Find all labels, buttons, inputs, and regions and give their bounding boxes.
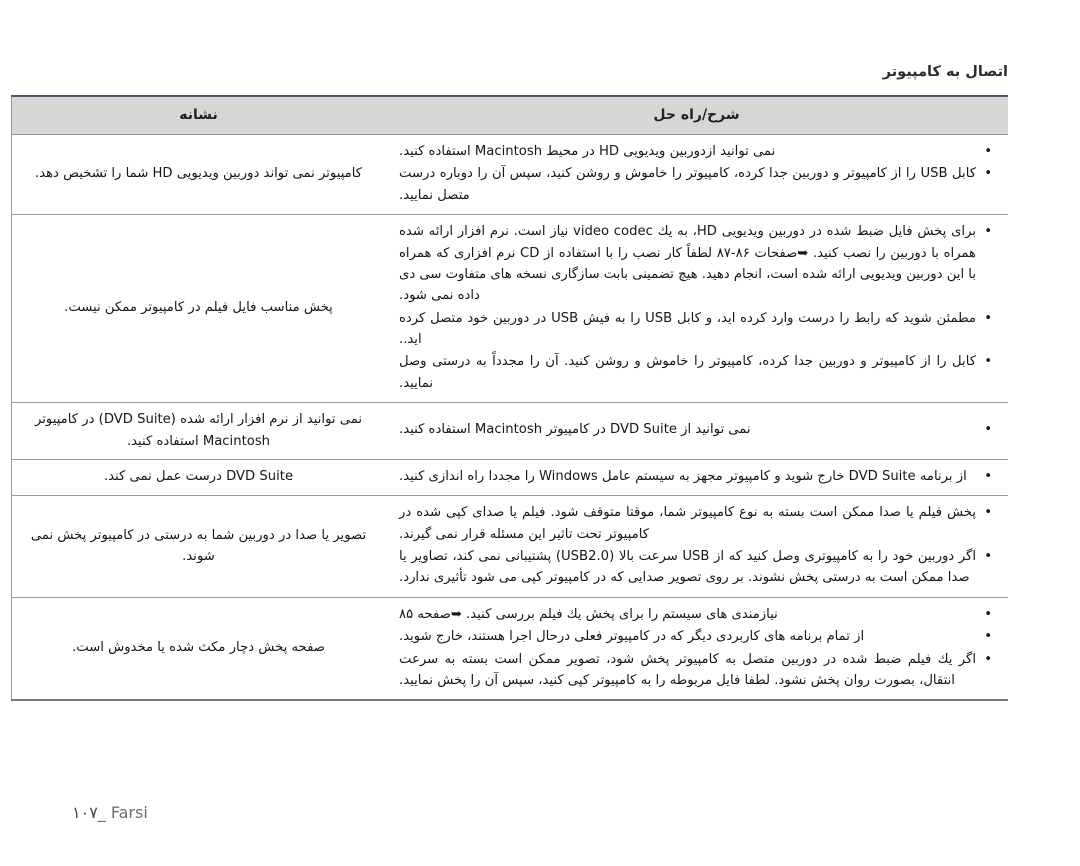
table-row: نمی توانید از DVD Suite در کامپیوتر Maci… [11,402,1008,460]
solution-item: برای پخش فایل ضبط شده در دوربین ویدیویی … [399,221,994,307]
solution-item: نمی توانید از DVD Suite در کامپیوتر Maci… [399,419,994,440]
solution-item: نیازمندی های سیستم را برای پخش یك فیلم ب… [399,604,994,625]
solution-cell: از برنامه DVD Suite خارج شوید و کامپیوتر… [385,459,1008,497]
solution-cell: نمی توانید ازدوربین ویدیویی HD در محیط M… [385,134,1008,216]
table-row: نیازمندی های سیستم را برای پخش یك فیلم ب… [11,597,1008,702]
table-header: شرح/راه حل نشانه [11,95,1008,135]
column-header-symptom: نشانه [11,95,385,135]
solution-item: پخش فیلم یا صدا ممکن است بسته به نوع کام… [399,502,994,545]
troubleshooting-table-container: شرح/راه حل نشانه نمی توانید ازدوربین وید… [11,95,1008,702]
table-row: برای پخش فایل ضبط شده در دوربین ویدیویی … [11,214,1008,404]
troubleshooting-table: شرح/راه حل نشانه نمی توانید ازدوربین وید… [11,95,1008,702]
page-title: اتصال به کامپیوتر [882,64,1008,80]
solution-cell: نمی توانید از DVD Suite در کامپیوتر Maci… [385,402,1008,460]
solution-item: از تمام برنامه های کاربردی دیگر که در کا… [399,626,994,647]
solution-cell: برای پخش فایل ضبط شده در دوربین ویدیویی … [385,214,1008,404]
symptom-cell: نمی توانید از نرم افزار ارائه شده (DVD S… [11,402,385,460]
solution-list: نیازمندی های سیستم را برای پخش یك فیلم ب… [399,604,994,692]
symptom-cell: پخش مناسب فایل فیلم در کامپیوتر ممکن نیس… [11,214,385,404]
table-header-row: شرح/راه حل نشانه [11,95,1008,135]
solution-item: از برنامه DVD Suite خارج شوید و کامپیوتر… [399,466,994,487]
symptom-cell: DVD Suite درست عمل نمی کند. [11,459,385,497]
solution-cell: نیازمندی های سیستم را برای پخش یك فیلم ب… [385,597,1008,702]
column-header-solution: شرح/راه حل [385,95,1008,135]
symptom-cell: کامپیوتر نمی تواند دوربین ویدیویی HD شما… [11,134,385,216]
page-footer: ۱۰۷_ Farsi [72,803,148,822]
symptom-cell: تصویر یا صدا در دوربین شما به درستی در ک… [11,495,385,598]
document-page: اتصال به کامپیوتر شرح/راه حل نشانه نمی ت… [0,0,1080,866]
footer-page-number: ۱۰۷ [72,803,98,822]
solution-cell: پخش فیلم یا صدا ممکن است بسته به نوع کام… [385,495,1008,598]
solution-list: پخش فیلم یا صدا ممکن است بسته به نوع کام… [399,502,994,589]
solution-item: اگر دوربین خود را به کامپیوتری وصل کنید … [399,546,994,589]
table-row: نمی توانید ازدوربین ویدیویی HD در محیط M… [11,134,1008,216]
footer-separator: _ [97,803,106,822]
solution-list: نمی توانید ازدوربین ویدیویی HD در محیط M… [399,141,994,206]
solution-list: از برنامه DVD Suite خارج شوید و کامپیوتر… [399,466,994,487]
table-row: پخش فیلم یا صدا ممکن است بسته به نوع کام… [11,495,1008,598]
table-row: از برنامه DVD Suite خارج شوید و کامپیوتر… [11,459,1008,497]
table-body: نمی توانید ازدوربین ویدیویی HD در محیط M… [11,134,1008,702]
solution-item: نمی توانید ازدوربین ویدیویی HD در محیط M… [399,141,994,162]
footer-language: Farsi [110,803,148,822]
symptom-cell: صفحه پخش دچار مکث شده یا مخدوش است. [11,597,385,702]
solution-list: برای پخش فایل ضبط شده در دوربین ویدیویی … [399,221,994,394]
solution-item: کابل USB را از کامپیوتر و دوربین جدا کرد… [399,163,994,206]
solution-item: اگر یك فیلم ضبط شده در دوربین متصل به کا… [399,649,994,692]
solution-item: مطمئن شوید که رابط را درست وارد کرده اید… [399,308,994,351]
solution-item: کابل را از کامپیوتر و دوربین جدا کرده، ک… [399,351,994,394]
solution-list: نمی توانید از DVD Suite در کامپیوتر Maci… [399,419,994,440]
